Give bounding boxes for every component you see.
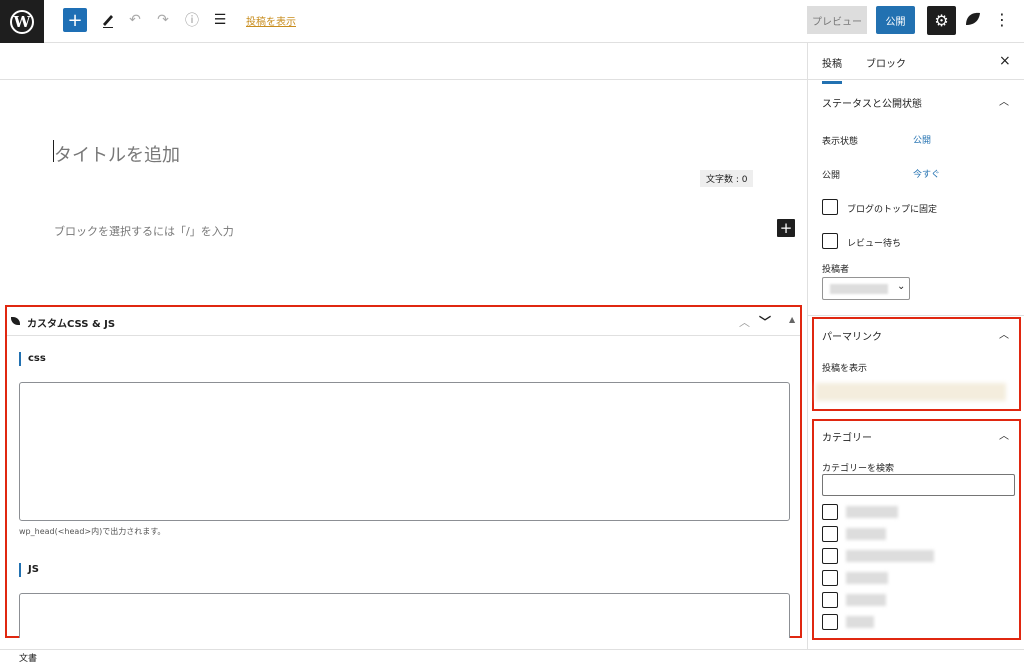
publish-label: 公開 [822, 171, 841, 181]
category-name-blurred [846, 616, 874, 628]
category-name-blurred [846, 506, 898, 518]
visibility-value-button[interactable]: 公開 [913, 133, 931, 146]
category-search-label: カテゴリーを検索 [822, 464, 895, 474]
undo-button[interactable]: ↶ [126, 8, 144, 32]
chevron-up-icon[interactable]: ︿ [999, 93, 1009, 108]
pencil-icon [103, 15, 113, 28]
author-label: 投稿者 [822, 265, 850, 275]
sticky-checkbox[interactable] [822, 199, 838, 215]
category-checkbox[interactable] [822, 614, 838, 630]
settings-button[interactable]: ⚙ [927, 6, 956, 35]
settings-sidebar: 投稿 ブロック × ステータスと公開状態 ︿ 表示状態 公開 公開 今すぐ ブロ… [808, 43, 1024, 649]
editor-notice-strip [0, 43, 808, 80]
custom-css-js-metabox: カスタムCSS & JS ︿ ﹀ ▲ css wp_head(<head>内)で… [5, 305, 802, 638]
category-checkbox[interactable] [822, 526, 838, 542]
js-section-label: JS [19, 563, 39, 577]
pending-review-label: レビュー待ち [847, 239, 902, 249]
author-select[interactable]: ⌄ [822, 277, 910, 300]
category-name-blurred [846, 550, 934, 562]
redo-button[interactable]: ↷ [154, 8, 172, 32]
status-panel-title[interactable]: ステータスと公開状態 [822, 95, 922, 110]
category-checkbox[interactable] [822, 570, 838, 586]
category-checkbox[interactable] [822, 504, 838, 520]
category-panel-title[interactable]: カテゴリー [822, 429, 872, 444]
add-block-button[interactable]: + [63, 8, 87, 32]
edit-tool-button[interactable] [99, 8, 117, 32]
css-section-label: css [19, 352, 46, 366]
move-up-icon[interactable]: ︿ [739, 314, 750, 330]
more-options-button[interactable]: ⋮ [994, 10, 1010, 29]
visibility-label: 表示状態 [822, 137, 859, 147]
post-title-input[interactable]: タイトルを追加 [54, 141, 180, 167]
details-info-button[interactable]: ⓘ [182, 8, 202, 32]
publish-date-button[interactable]: 今すぐ [913, 167, 940, 180]
panel-divider [808, 315, 1024, 316]
publish-button[interactable]: 公開 [876, 6, 915, 34]
word-count-badge: 文字数 : 0 [700, 170, 754, 187]
block-breadcrumb-bar: 文書 [0, 649, 1024, 664]
inline-add-block-button[interactable]: + [777, 219, 795, 237]
css-help-text: wp_head(<head>内)で出力されます。 [19, 527, 166, 536]
move-down-icon[interactable]: ﹀ [759, 313, 771, 330]
view-post-link[interactable]: 投稿を表示 [246, 13, 296, 28]
plugin-leaf-button[interactable] [964, 10, 982, 28]
js-textarea[interactable] [19, 593, 790, 638]
category-name-blurred [846, 528, 886, 540]
metabox-title: カスタムCSS & JS [27, 319, 116, 330]
list-view-button[interactable]: ☰ [210, 8, 230, 32]
chevron-up-icon[interactable]: ︿ [999, 326, 1009, 341]
category-name-blurred [846, 572, 888, 584]
tab-post[interactable]: 投稿 [822, 55, 842, 84]
tab-block[interactable]: ブロック [866, 55, 906, 70]
preview-button[interactable]: プレビュー [807, 6, 867, 34]
close-sidebar-button[interactable]: × [999, 53, 1011, 69]
category-checkbox[interactable] [822, 592, 838, 608]
category-highlight [812, 419, 1021, 640]
pending-review-checkbox[interactable] [822, 233, 838, 249]
permalink-url-blurred[interactable] [816, 383, 1006, 401]
leaf-icon [966, 12, 980, 25]
chevron-up-icon[interactable]: ︿ [999, 427, 1009, 442]
block-appender-placeholder[interactable]: ブロックを選択するには「/」を入力 [54, 223, 234, 239]
category-name-blurred [846, 594, 886, 606]
category-search-input[interactable] [822, 474, 1015, 496]
permalink-panel-title[interactable]: パーマリンク [822, 328, 882, 343]
author-name-blurred [830, 284, 888, 294]
breadcrumb-document[interactable]: 文書 [19, 651, 37, 664]
wordpress-logo-button[interactable]: W [0, 0, 44, 43]
top-toolbar: W + ↶ ↷ ⓘ ☰ 投稿を表示 プレビュー 公開 ⚙ ⋮ [0, 0, 1024, 43]
sticky-label: ブログのトップに固定 [847, 205, 938, 215]
collapse-toggle-icon[interactable]: ▲ [789, 315, 795, 324]
css-textarea[interactable] [19, 382, 790, 521]
sidebar-tabs: 投稿 ブロック × [808, 43, 1024, 84]
category-checkbox[interactable] [822, 548, 838, 564]
leaf-icon [11, 317, 20, 325]
metabox-header[interactable]: カスタムCSS & JS ︿ ﹀ ▲ [7, 307, 800, 336]
chevron-down-icon: ⌄ [897, 281, 906, 292]
wordpress-logo-icon: W [10, 9, 34, 34]
editor-canvas: タイトルを追加 文字数 : 0 ブロックを選択するには「/」を入力 + カスタム… [0, 43, 808, 649]
permalink-view-label: 投稿を表示 [822, 364, 868, 374]
